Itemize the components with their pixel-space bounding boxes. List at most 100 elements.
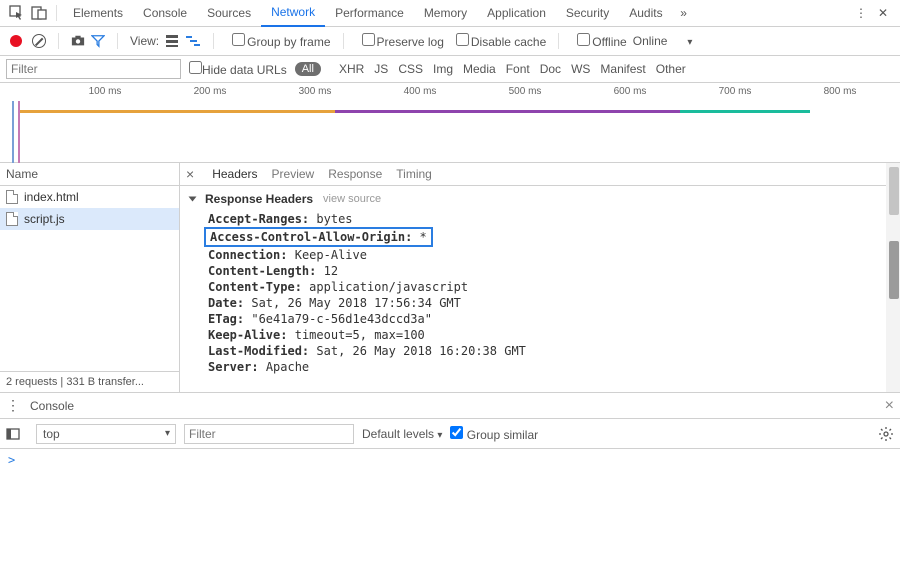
- panel-tabs: ElementsConsoleSourcesNetworkPerformance…: [63, 0, 673, 27]
- close-detail-icon[interactable]: ×: [186, 166, 194, 182]
- waterfall-view-icon[interactable]: [185, 34, 201, 48]
- inspect-element-icon[interactable]: [6, 2, 28, 24]
- close-devtools-icon[interactable]: ✕: [872, 2, 894, 24]
- hide-data-urls-checkbox[interactable]: Hide data URLs: [189, 61, 287, 77]
- group-similar-checkbox[interactable]: Group similar: [450, 426, 538, 442]
- response-header-line: ETag: "6e41a79-c-56d1e43dccd3a": [190, 311, 890, 327]
- console-settings-icon[interactable]: [878, 426, 894, 442]
- response-header-line: Content-Length: 12: [190, 263, 890, 279]
- group-by-frame-checkbox[interactable]: Group by frame: [226, 33, 330, 49]
- detail-tab-preview[interactable]: Preview: [272, 167, 315, 181]
- tab-memory[interactable]: Memory: [414, 0, 477, 27]
- response-header-line: Keep-Alive: timeout=5, max=100: [190, 327, 890, 343]
- throttling-chevron-icon[interactable]: [687, 34, 692, 48]
- console-sidebar-icon[interactable]: [6, 427, 20, 441]
- section-title: Response Headers: [205, 192, 313, 206]
- filter-type-media[interactable]: Media: [463, 62, 496, 76]
- filter-type-manifest[interactable]: Manifest: [600, 62, 645, 76]
- request-name: script.js: [24, 212, 65, 226]
- timeline-tick: 600 ms: [614, 86, 647, 97]
- timeline-bar: [680, 110, 810, 113]
- context-select[interactable]: top: [36, 424, 176, 444]
- response-header-line: Last-Modified: Sat, 26 May 2018 16:20:38…: [190, 343, 890, 359]
- request-summary: 2 requests | 331 B transfer...: [0, 371, 179, 392]
- request-detail-pane: × Headers Preview Response Timing Response …: [180, 163, 900, 392]
- response-headers-section[interactable]: Response Headers view source: [190, 192, 890, 206]
- headers-panel: Response Headers view source Accept-Rang…: [180, 186, 900, 392]
- detail-tab-timing[interactable]: Timing: [396, 167, 432, 181]
- clear-button[interactable]: [32, 34, 46, 48]
- console-toolbar: top Default levels Group similar: [0, 419, 900, 449]
- preserve-log-checkbox[interactable]: Preserve log: [356, 33, 444, 49]
- response-header-line: Content-Type: application/javascript: [190, 279, 890, 295]
- tab-network[interactable]: Network: [261, 0, 325, 27]
- drawer-menu-icon[interactable]: ⋮: [6, 397, 20, 414]
- device-toolbar-icon[interactable]: [28, 2, 50, 24]
- request-name: index.html: [24, 190, 79, 204]
- drawer-header: ⋮ Console ×: [0, 393, 900, 419]
- tab-audits[interactable]: Audits: [619, 0, 672, 27]
- filter-type-css[interactable]: CSS: [398, 62, 423, 76]
- request-list: Name index.html script.js 2 requests | 33…: [0, 163, 180, 392]
- timeline-tick: 300 ms: [299, 86, 332, 97]
- filter-type-ws[interactable]: WS: [571, 62, 590, 76]
- response-header-line: Server: Apache: [190, 359, 890, 375]
- request-row[interactable]: script.js: [0, 208, 179, 230]
- response-header-line: Connection: Keep-Alive: [190, 247, 890, 263]
- tab-console[interactable]: Console: [133, 0, 197, 27]
- filter-type-other[interactable]: Other: [656, 62, 686, 76]
- timeline-body: [0, 101, 900, 163]
- filter-type-font[interactable]: Font: [506, 62, 530, 76]
- response-header-line: Accept-Ranges: bytes: [190, 211, 890, 227]
- network-split-pane: Name index.html script.js 2 requests | 33…: [0, 163, 900, 393]
- timeline-tick: 400 ms: [404, 86, 437, 97]
- tab-sources[interactable]: Sources: [197, 0, 261, 27]
- throttling-select[interactable]: Online: [633, 34, 668, 48]
- scrollbar[interactable]: [886, 163, 900, 392]
- filter-type-img[interactable]: Img: [433, 62, 453, 76]
- filter-icon[interactable]: [91, 34, 105, 48]
- timeline-tick: 100 ms: [89, 86, 122, 97]
- tab-performance[interactable]: Performance: [325, 0, 414, 27]
- tab-security[interactable]: Security: [556, 0, 619, 27]
- detail-tabs: × Headers Preview Response Timing: [180, 163, 900, 186]
- offline-checkbox[interactable]: Offline: [571, 33, 626, 49]
- view-source-link[interactable]: view source: [323, 193, 381, 205]
- network-filter-bar: Hide data URLs All XHR JS CSS Img Media Font D…: [0, 56, 900, 83]
- filter-type-doc[interactable]: Doc: [540, 62, 561, 76]
- column-header-name[interactable]: Name: [0, 163, 179, 186]
- console-filter-input[interactable]: [184, 424, 354, 444]
- timeline-bar: [335, 110, 680, 113]
- disable-cache-checkbox[interactable]: Disable cache: [450, 33, 546, 49]
- filter-input[interactable]: [6, 59, 181, 79]
- detail-tab-response[interactable]: Response: [328, 167, 382, 181]
- close-drawer-icon[interactable]: ×: [885, 397, 894, 415]
- drawer-tab-console[interactable]: Console: [30, 399, 74, 413]
- tab-application[interactable]: Application: [477, 0, 556, 27]
- timeline-marker: [12, 101, 14, 163]
- large-rows-icon[interactable]: [165, 34, 179, 48]
- timeline-tick: 700 ms: [719, 86, 752, 97]
- network-toolbar: View: Group by frame Preserve log Disabl…: [0, 27, 900, 56]
- filter-type-xhr[interactable]: XHR: [339, 62, 364, 76]
- console-prompt[interactable]: >: [0, 449, 900, 471]
- kebab-menu-icon[interactable]: ⋮: [850, 2, 872, 24]
- response-header-line: Access-Control-Allow-Origin: *: [204, 227, 433, 247]
- response-header-line: Date: Sat, 26 May 2018 17:56:34 GMT: [190, 295, 890, 311]
- record-button[interactable]: [10, 35, 22, 47]
- more-tabs-chevron-icon[interactable]: »: [673, 2, 695, 24]
- capture-screenshots-icon[interactable]: [71, 34, 85, 48]
- file-icon: [6, 212, 18, 226]
- log-levels-select[interactable]: Default levels: [362, 427, 442, 441]
- network-timeline[interactable]: 100 ms200 ms300 ms400 ms500 ms600 ms700 …: [0, 83, 900, 163]
- timeline-tick: 200 ms: [194, 86, 227, 97]
- tab-elements[interactable]: Elements: [63, 0, 133, 27]
- timeline-bar: [20, 110, 335, 113]
- disclosure-triangle-icon[interactable]: [189, 197, 197, 202]
- filter-type-all[interactable]: All: [295, 62, 321, 76]
- filter-type-js[interactable]: JS: [374, 62, 388, 76]
- detail-tab-headers[interactable]: Headers: [212, 167, 257, 181]
- scrollbar-thumb[interactable]: [889, 241, 899, 299]
- request-row[interactable]: index.html: [0, 186, 179, 208]
- scrollbar-thumb[interactable]: [889, 167, 899, 215]
